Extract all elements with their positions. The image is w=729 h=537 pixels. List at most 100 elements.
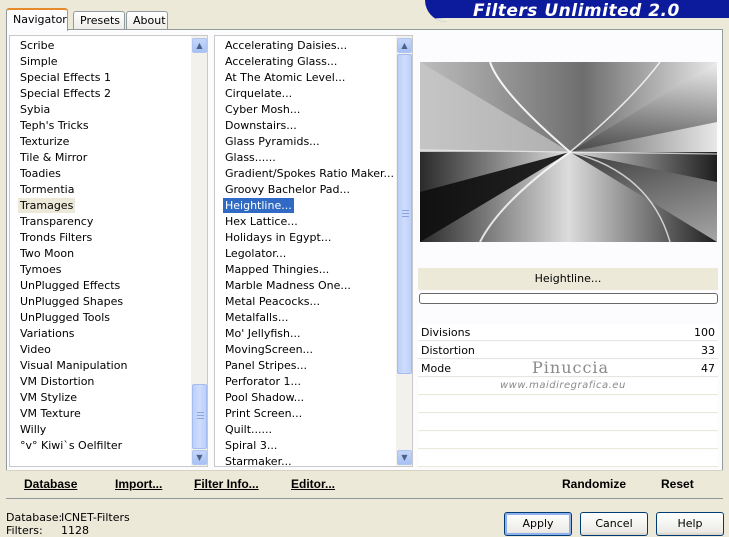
tab-presets[interactable]: Presets bbox=[73, 11, 125, 30]
category-list-item[interactable]: UnPlugged Shapes bbox=[18, 294, 125, 309]
filter-list-item[interactable]: Groovy Bachelor Pad... bbox=[223, 182, 352, 197]
filter-list-item[interactable]: Gradient/Spokes Ratio Maker... bbox=[223, 166, 396, 181]
scroll-up-icon[interactable]: ▲ bbox=[397, 38, 412, 53]
status-database: Database: ICNET-Filters bbox=[6, 511, 130, 524]
param-row-empty bbox=[418, 414, 718, 431]
randomize-button[interactable]: Randomize bbox=[562, 477, 626, 491]
category-list-item[interactable]: Simple bbox=[18, 54, 60, 69]
category-list-item[interactable]: Scribe bbox=[18, 38, 56, 53]
category-list-item[interactable]: Toadies bbox=[18, 166, 63, 181]
category-list-item[interactable]: Texturize bbox=[18, 134, 71, 149]
filter-list-item[interactable]: Glass...... bbox=[223, 150, 278, 165]
filter-list-item[interactable]: Metal Peacocks... bbox=[223, 294, 322, 309]
category-list-item[interactable]: Variations bbox=[18, 326, 77, 341]
scroll-down-icon[interactable]: ▼ bbox=[192, 450, 207, 465]
category-list-item[interactable]: Video bbox=[18, 342, 53, 357]
status-database-value: ICNET-Filters bbox=[61, 511, 130, 524]
category-list-item[interactable]: Transparency bbox=[18, 214, 95, 229]
category-list-item[interactable]: Teph's Tricks bbox=[18, 118, 91, 133]
import-button[interactable]: Import... bbox=[115, 477, 162, 491]
app-title: Filters Unlimited 2.0 bbox=[473, 1, 680, 21]
param-row-empty bbox=[418, 396, 718, 413]
category-list-item[interactable]: VM Distortion bbox=[18, 374, 96, 389]
filter-list-item[interactable]: Mo' Jellyfish... bbox=[223, 326, 303, 341]
filter-list-item[interactable]: Heightline... bbox=[222, 197, 295, 214]
status-filters-value: 1128 bbox=[61, 524, 89, 537]
filter-preview bbox=[420, 62, 717, 242]
filter-list-item[interactable]: Panel Stripes... bbox=[223, 358, 309, 373]
param-row-divisions[interactable]: Divisions 100 bbox=[418, 324, 718, 341]
watermark-url: www.maidiregrafica.eu bbox=[500, 380, 626, 391]
param-row-distortion[interactable]: Distortion 33 bbox=[418, 342, 718, 359]
filter-list-item[interactable]: Hex Lattice... bbox=[223, 214, 300, 229]
filter-info-button[interactable]: Filter Info... bbox=[194, 477, 259, 491]
category-list-item[interactable]: UnPlugged Effects bbox=[18, 278, 122, 293]
category-list[interactable]: ▲ ▼ Scribe Simple Special Effects 1 Special… bbox=[9, 35, 208, 467]
scroll-down-icon[interactable]: ▼ bbox=[397, 450, 412, 465]
filter-name-strip: Heightline... bbox=[418, 268, 718, 290]
apply-button[interactable]: Apply bbox=[504, 512, 572, 536]
database-button[interactable]: Database bbox=[24, 477, 77, 491]
filter-list-item[interactable]: Mapped Thingies... bbox=[223, 262, 331, 277]
status-filters-label: Filters: bbox=[6, 524, 43, 537]
tab-about[interactable]: About bbox=[126, 11, 168, 30]
preview-image bbox=[420, 62, 717, 242]
filter-list-item[interactable]: Marble Madness One... bbox=[223, 278, 353, 293]
category-list-item[interactable]: Special Effects 2 bbox=[18, 86, 113, 101]
param-row-empty bbox=[418, 432, 718, 449]
command-bar: Database Import... Filter Info... Editor… bbox=[6, 470, 723, 498]
status-filters: Filters: 1128 bbox=[6, 524, 89, 537]
filter-list-item[interactable]: Cyber Mosh... bbox=[223, 102, 302, 117]
help-button[interactable]: Help bbox=[656, 512, 724, 536]
filter-list-item[interactable]: Quilt...... bbox=[223, 422, 274, 437]
tab-navigator[interactable]: Navigator bbox=[6, 8, 68, 31]
current-filter-name: Heightline... bbox=[534, 272, 602, 285]
param-row-empty bbox=[418, 450, 718, 467]
category-list-item[interactable]: Visual Manipulation bbox=[18, 358, 129, 373]
category-list-item[interactable]: Tormentia bbox=[18, 182, 76, 197]
cancel-button[interactable]: Cancel bbox=[580, 512, 648, 536]
filter-scrollbar[interactable]: ▲ ▼ bbox=[396, 36, 412, 466]
category-scroll-thumb[interactable] bbox=[192, 384, 207, 449]
filter-list-item[interactable]: Holidays in Egypt... bbox=[223, 230, 333, 245]
category-list-item[interactable]: Willy bbox=[18, 422, 48, 437]
filter-list-item[interactable]: Pool Shadow... bbox=[223, 390, 306, 405]
filter-list-item[interactable]: Legolator... bbox=[223, 246, 288, 261]
watermark: Pinuccia www.maidiregrafica.eu bbox=[500, 358, 712, 391]
reset-button[interactable]: Reset bbox=[661, 477, 694, 491]
category-list-item[interactable]: Two Moon bbox=[18, 246, 76, 261]
category-list-item[interactable]: Special Effects 1 bbox=[18, 70, 113, 85]
category-list-item[interactable]: VM Stylize bbox=[18, 390, 79, 405]
status-database-label: Database: bbox=[6, 511, 63, 524]
editor-button[interactable]: Editor... bbox=[291, 477, 335, 491]
watermark-name: Pinuccia bbox=[532, 358, 610, 377]
filter-list-item[interactable]: Spiral 3... bbox=[223, 438, 279, 453]
param-label: Divisions bbox=[421, 326, 471, 339]
filter-list-item[interactable]: MovingScreen... bbox=[223, 342, 315, 357]
filter-list-item[interactable]: Glass Pyramids... bbox=[223, 134, 322, 149]
filter-scroll-thumb[interactable] bbox=[397, 54, 412, 374]
category-list-item[interactable]: UnPlugged Tools bbox=[18, 310, 112, 325]
filter-list[interactable]: ▲ ▼ Accelerating Daisies... Accelerating … bbox=[214, 35, 413, 467]
category-list-item[interactable]: Tymoes bbox=[18, 262, 63, 277]
filter-list-item[interactable]: Metalfalls... bbox=[223, 310, 290, 325]
category-list-item[interactable]: Sybia bbox=[18, 102, 52, 117]
scroll-up-icon[interactable]: ▲ bbox=[192, 38, 207, 53]
filter-list-item[interactable]: Cirquelate... bbox=[223, 86, 294, 101]
title-banner: Filters Unlimited 2.0 bbox=[425, 0, 729, 22]
param-value: 100 bbox=[694, 326, 715, 339]
param-value: 33 bbox=[701, 344, 715, 357]
category-list-item[interactable]: VM Texture bbox=[18, 406, 83, 421]
filter-list-item[interactable]: Accelerating Glass... bbox=[223, 54, 339, 69]
filter-list-item[interactable]: Print Screen... bbox=[223, 406, 304, 421]
category-list-item[interactable]: Tronds Filters bbox=[18, 230, 94, 245]
filter-list-item[interactable]: Starmaker... bbox=[223, 454, 294, 466]
filter-list-item[interactable]: Perforator 1... bbox=[223, 374, 303, 389]
category-list-item[interactable]: Tramages bbox=[18, 198, 76, 213]
filter-list-item[interactable]: Downstairs... bbox=[223, 118, 299, 133]
filter-list-item[interactable]: Accelerating Daisies... bbox=[223, 38, 349, 53]
category-list-item[interactable]: Tile & Mirror bbox=[18, 150, 89, 165]
filter-list-item[interactable]: At The Atomic Level... bbox=[223, 70, 347, 85]
category-list-item[interactable]: °v° Kiwi`s Oelfilter bbox=[18, 438, 124, 453]
category-scrollbar[interactable]: ▲ ▼ bbox=[191, 36, 207, 466]
